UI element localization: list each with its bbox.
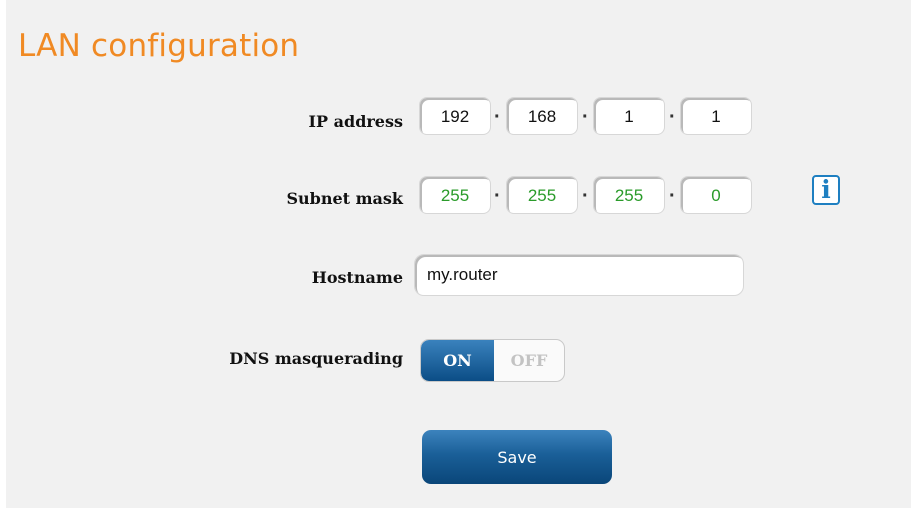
dns-masquerading-toggle[interactable]: ON OFF: [420, 339, 565, 382]
lan-config-panel: LAN configuration IP address 192 · 168 ·…: [6, 0, 911, 508]
ip-octet-4-input[interactable]: 1: [680, 97, 752, 135]
save-button[interactable]: Save: [422, 430, 612, 484]
ip-address-label: IP address: [308, 112, 403, 131]
ip-separator-dot: ·: [494, 106, 501, 128]
toggle-on-option[interactable]: ON: [421, 340, 494, 381]
info-icon[interactable]: i: [812, 175, 840, 205]
subnet-octet-1-input[interactable]: 255: [419, 176, 491, 214]
subnet-octet-2-input[interactable]: 255: [506, 176, 578, 214]
ip-octet-3-input[interactable]: 1: [593, 97, 665, 135]
ip-octet-2-input[interactable]: 168: [506, 97, 578, 135]
subnet-mask-label: Subnet mask: [286, 189, 403, 208]
ip-separator-dot: ·: [582, 106, 589, 128]
subnet-octet-4-input[interactable]: 0: [680, 176, 752, 214]
subnet-separator-dot: ·: [669, 185, 676, 207]
toggle-off-option[interactable]: OFF: [494, 340, 564, 381]
hostname-label: Hostname: [311, 268, 403, 287]
ip-separator-dot: ·: [669, 106, 676, 128]
hostname-input[interactable]: my.router: [414, 254, 744, 296]
subnet-separator-dot: ·: [582, 185, 589, 207]
dns-masquerading-label: DNS masquerading: [229, 349, 403, 368]
ip-octet-1-input[interactable]: 192: [419, 97, 491, 135]
page-title: LAN configuration: [18, 28, 300, 64]
subnet-octet-3-input[interactable]: 255: [593, 176, 665, 214]
subnet-separator-dot: ·: [494, 185, 501, 207]
